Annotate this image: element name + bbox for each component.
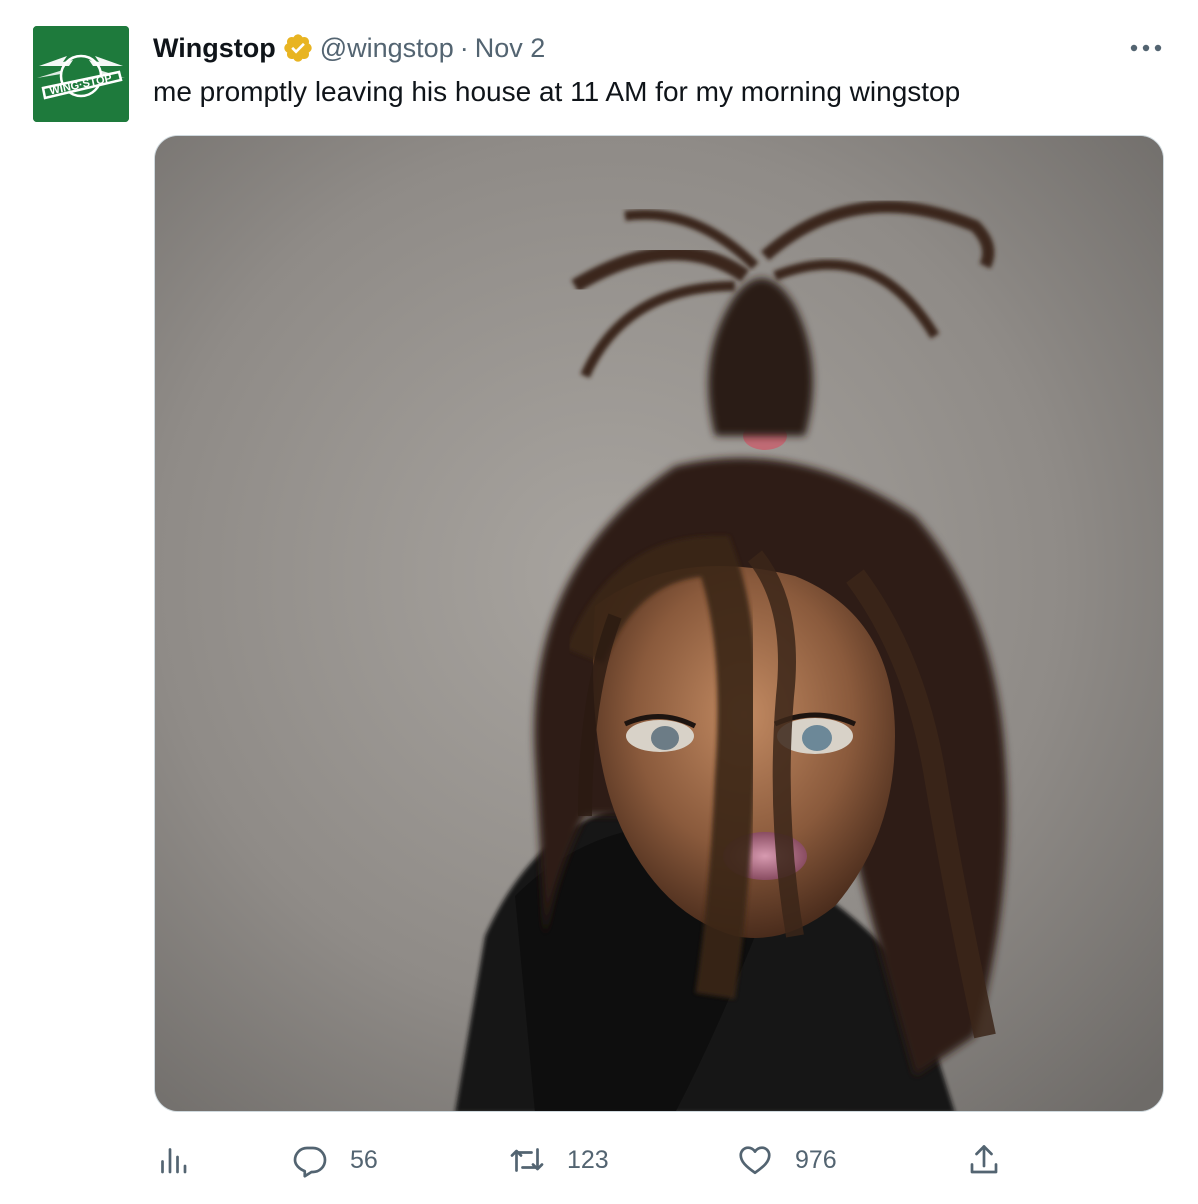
tweet[interactable]: WING·STOP Wingstop @wingstop · Nov 2 me …: [0, 0, 1198, 1204]
share-button[interactable]: [966, 1138, 1002, 1182]
like-button[interactable]: 976: [737, 1138, 837, 1182]
heart-icon: [739, 1146, 771, 1175]
retweet-button[interactable]: 123: [509, 1138, 609, 1182]
tweet-media-image[interactable]: [154, 135, 1164, 1112]
tweet-header: Wingstop @wingstop · Nov 2: [153, 28, 545, 68]
verified-badge-icon: [284, 34, 312, 62]
more-options-button[interactable]: [1126, 36, 1166, 60]
author-handle[interactable]: @wingstop: [320, 33, 454, 64]
avatar[interactable]: WING·STOP: [33, 26, 129, 122]
action-bar: 56 123 976: [0, 1138, 1198, 1182]
reply-icon: [293, 1146, 327, 1178]
analytics-button[interactable]: [155, 1138, 191, 1182]
tweet-text: me promptly leaving his house at 11 AM f…: [153, 76, 961, 107]
more-icon: [1130, 44, 1162, 52]
wingstop-logo: WING·STOP: [33, 26, 129, 122]
author-name[interactable]: Wingstop: [153, 33, 276, 64]
retweet-icon: [510, 1148, 544, 1172]
reply-count: 56: [350, 1145, 378, 1174]
retweet-count: 123: [567, 1145, 609, 1174]
share-icon: [970, 1145, 998, 1174]
separator-dot: ·: [459, 32, 469, 63]
analytics-icon: [161, 1148, 187, 1174]
tweet-date[interactable]: Nov 2: [475, 33, 546, 64]
doll-photo: [155, 136, 1163, 1111]
reply-button[interactable]: 56: [292, 1138, 378, 1182]
like-count: 976: [795, 1145, 837, 1174]
